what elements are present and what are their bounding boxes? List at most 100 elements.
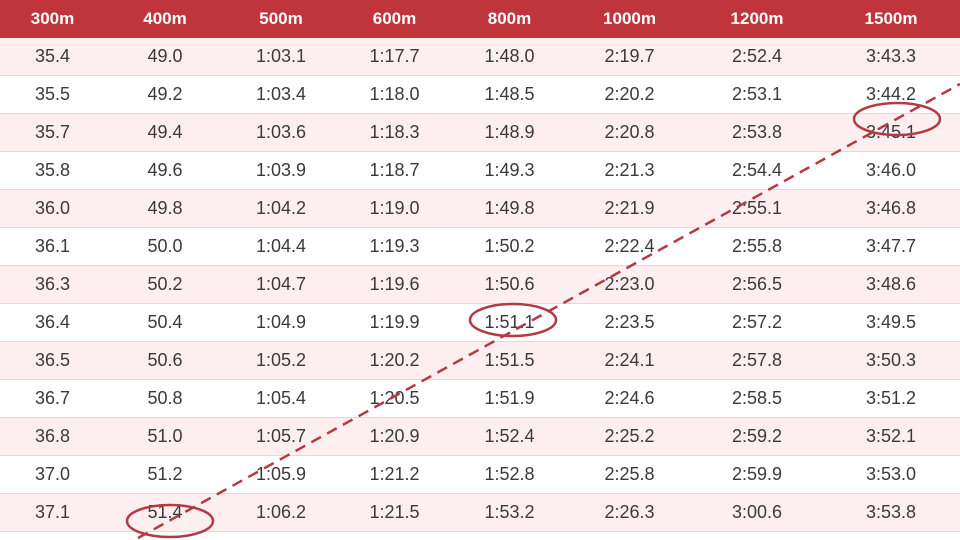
table-cell: 2:53.8 (731, 122, 783, 142)
table-cell: 1:04.4 (255, 236, 307, 256)
table-cell: 2:58.5 (731, 388, 783, 408)
table-cell: 2:57.2 (731, 312, 783, 332)
table-row: 36.8 51.0 1:05.7 1:20.9 1:52.4 2:25.2 2:59.2 3:… (0, 418, 960, 456)
table-cell: 1:03.4 (255, 84, 307, 104)
header-600m: 600m (372, 9, 417, 28)
table-cell: 2:23.5 (604, 312, 655, 332)
table-cell: 2:55.8 (731, 236, 783, 256)
table-cell: 2:56.5 (731, 274, 783, 294)
table-cell: 49.8 (147, 198, 183, 218)
table-cell: 1:52.4 (484, 426, 535, 446)
header-400m: 400m (143, 9, 187, 28)
table-body: 35.4 49.0 1:03.1 1:17.7 1:48.0 2:19.7 2:52.4 3:… (0, 38, 960, 532)
table-cell: 1:04.2 (255, 198, 307, 218)
table-row: 35.7 49.4 1:03.6 1:18.3 1:48.9 2:20.8 2:53.8 3:… (0, 114, 960, 152)
table-cell: 50.0 (147, 236, 183, 256)
table-cell: 37.0 (34, 464, 71, 484)
table-cell: 2:20.2 (604, 84, 655, 104)
table-cell: 1:51.5 (484, 350, 535, 370)
table-cell: 2:59.9 (731, 464, 783, 484)
table-cell: 36.5 (34, 350, 71, 370)
table-cell: 36.4 (34, 312, 71, 332)
table-row: 35.8 49.6 1:03.9 1:18.7 1:49.3 2:21.3 2:54.4 3:… (0, 152, 960, 190)
table-cell: 1:05.2 (255, 350, 307, 370)
table-cell: 3:48.6 (865, 274, 917, 294)
table-cell: 50.6 (147, 350, 183, 370)
table-cell: 3:50.3 (865, 350, 917, 370)
table-cell: 3:45.1 (865, 122, 917, 142)
table-cell: 49.2 (147, 84, 183, 104)
table-cell: 1:21.5 (369, 502, 420, 522)
table-row: 37.1 51.4 1:06.2 1:21.5 1:53.2 2:26.3 3:00.6 3:… (0, 494, 960, 532)
table-cell: 3:44.2 (865, 84, 917, 104)
table-row: 36.0 49.8 1:04.2 1:19.0 1:49.8 2:21.9 2:55.1 3:… (0, 190, 960, 228)
table-cell: 2:53.1 (731, 84, 783, 104)
table-cell: 3:00.6 (731, 502, 783, 522)
table-cell: 50.8 (147, 388, 183, 408)
table-row: 37.0 51.2 1:05.9 1:21.2 1:52.8 2:25.8 2:59.9 3:… (0, 456, 960, 494)
table-row: 36.4 50.4 1:04.9 1:19.9 1:51.1 2:23.5 2:57.2 3:… (0, 304, 960, 342)
table-row: 36.7 50.8 1:05.4 1:20.5 1:51.9 2:24.6 2:58.5 3:… (0, 380, 960, 418)
table-cell: 1:19.6 (369, 274, 420, 294)
table-cell: 36.8 (34, 426, 71, 446)
table-cell: 1:50.2 (484, 236, 535, 256)
table-cell: 36.0 (34, 198, 71, 218)
table-cell: 1:05.9 (255, 464, 307, 484)
table-row: 36.1 50.0 1:04.4 1:19.3 1:50.2 2:22.4 2:55.8 3:… (0, 228, 960, 266)
header-800m: 800m (487, 9, 532, 28)
table-cell: 51.0 (147, 426, 183, 446)
table-cell: 1:06.2 (255, 502, 307, 522)
table-row: 36.5 50.6 1:05.2 1:20.2 1:51.5 2:24.1 2:57.8 3:… (0, 342, 960, 380)
table-cell: 1:03.9 (255, 160, 307, 180)
table-cell: 2:21.9 (604, 198, 655, 218)
table-cell: 2:55.1 (731, 198, 783, 218)
table-cell: 1:03.1 (255, 46, 307, 66)
table-cell: 3:47.7 (865, 236, 917, 256)
table-cell: 35.7 (34, 122, 71, 142)
table-cell: 2:23.0 (604, 274, 655, 294)
table-cell: 1:52.8 (484, 464, 535, 484)
table-cell: 35.5 (34, 84, 71, 104)
table-cell: 2:25.2 (604, 426, 655, 446)
table-cell: 1:19.0 (369, 198, 420, 218)
pace-table: 300m 400m 500m 600m 800m 1000m 1200m 150… (0, 0, 960, 540)
table-cell: 1:48.5 (484, 84, 535, 104)
table-cell: 1:49.3 (484, 160, 535, 180)
header-1200m: 1200m (730, 9, 784, 28)
table-cell: 51.4 (147, 502, 183, 522)
table-cell: 1:19.3 (369, 236, 420, 256)
table-cell: 3:46.8 (865, 198, 917, 218)
table-cell: 2:54.4 (731, 160, 783, 180)
table-cell: 1:50.6 (484, 274, 535, 294)
header-1000m: 1000m (603, 9, 656, 28)
table-cell: 2:20.8 (604, 122, 655, 142)
table-cell: 3:49.5 (865, 312, 917, 332)
table-cell: 3:52.1 (865, 426, 917, 446)
table-cell: 49.6 (147, 160, 183, 180)
table-header: 300m 400m 500m 600m 800m 1000m 1200m 150… (0, 0, 960, 38)
table-cell: 3:46.0 (865, 160, 917, 180)
table-cell: 1:21.2 (369, 464, 420, 484)
table-cell: 1:51.9 (484, 388, 535, 408)
table-cell: 49.0 (147, 46, 183, 66)
table-cell: 1:05.7 (255, 426, 307, 446)
header-300m: 300m (30, 9, 75, 28)
table-cell: 1:18.0 (369, 84, 420, 104)
table-cell: 2:57.8 (731, 350, 783, 370)
table-cell: 3:53.0 (865, 464, 917, 484)
table-cell: 50.4 (147, 312, 183, 332)
table-cell: 1:51.1 (484, 312, 535, 332)
table-cell: 1:04.9 (255, 312, 307, 332)
header-500m: 500m (259, 9, 303, 28)
table-cell: 1:18.7 (369, 160, 420, 180)
table-cell: 49.4 (147, 122, 183, 142)
table-cell: 1:05.4 (255, 388, 307, 408)
table-cell: 36.3 (34, 274, 71, 294)
table-cell: 1:53.2 (484, 502, 535, 522)
table-cell: 51.2 (147, 464, 183, 484)
table-cell: 37.1 (34, 502, 71, 522)
table-row: 36.3 50.2 1:04.7 1:19.6 1:50.6 2:23.0 2:56.5 3:… (0, 266, 960, 304)
table-cell: 1:18.3 (369, 122, 420, 142)
table-cell: 3:53.8 (865, 502, 917, 522)
table-cell: 1:17.7 (369, 46, 420, 66)
